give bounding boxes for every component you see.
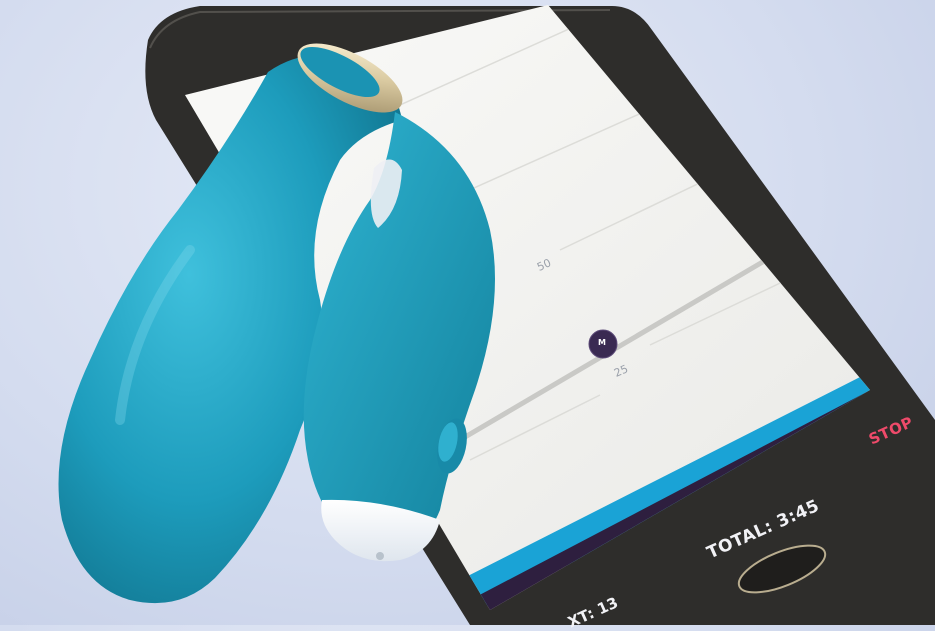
photo-scene — [58, 5, 935, 625]
slider-thumb-label: M — [598, 338, 606, 347]
